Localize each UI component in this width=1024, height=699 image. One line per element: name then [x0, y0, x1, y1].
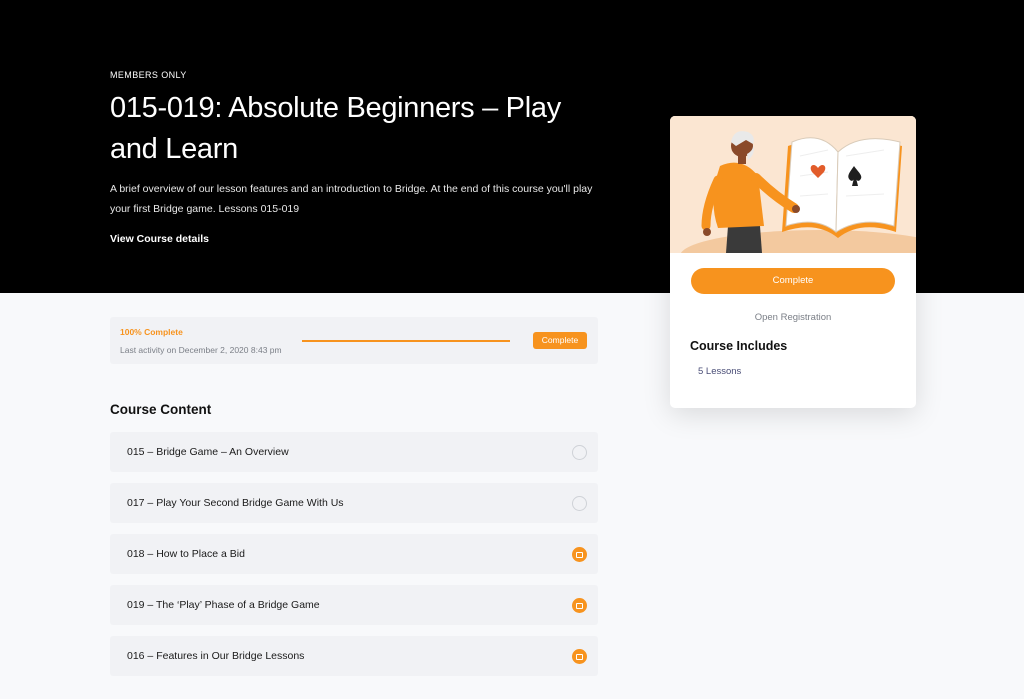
lesson-count: 5 Lessons: [698, 366, 742, 377]
complete-course-button[interactable]: Complete: [691, 268, 895, 294]
course-progress-box: 100% Complete Last activity on December …: [110, 317, 598, 364]
lesson-title: 016 – Features in Our Bridge Lessons: [127, 650, 305, 662]
lesson-status-icon: [572, 547, 587, 562]
lesson-title: 015 – Bridge Game – An Overview: [127, 446, 289, 458]
progress-bar-fill: [302, 340, 510, 342]
lesson-status-icon: [572, 445, 587, 460]
lesson-title: 018 – How to Place a Bid: [127, 548, 245, 560]
course-sidebar-card: Complete Open Registration Course Includ…: [670, 116, 916, 408]
status-badge: Complete: [533, 332, 587, 349]
course-description: A brief overview of our lesson features …: [110, 183, 593, 215]
members-only-label: MEMBERS ONLY: [110, 70, 187, 80]
course-illustration: [670, 116, 916, 282]
reader-with-book-illustration: [670, 116, 916, 282]
lesson-status-icon: [572, 649, 587, 664]
lesson-item[interactable]: 015 – Bridge Game – An Overview: [110, 432, 598, 472]
lesson-status-icon: [572, 598, 587, 613]
lesson-status-icon: [572, 496, 587, 511]
lesson-title: 019 – The ‘Play’ Phase of a Bridge Game: [127, 599, 320, 611]
course-content-heading: Course Content: [110, 402, 212, 417]
progress-percent-label: 100% Complete: [120, 327, 183, 337]
last-activity-text: Last activity on December 2, 2020 8:43 p…: [120, 345, 282, 355]
course-title: 015-019: Absolute Beginners – Play and L…: [110, 92, 561, 165]
lesson-title: 017 – Play Your Second Bridge Game With …: [127, 497, 344, 509]
lesson-item[interactable]: 018 – How to Place a Bid: [110, 534, 598, 574]
course-includes-heading: Course Includes: [690, 339, 788, 353]
view-course-details-link[interactable]: View Course details: [110, 233, 209, 245]
lesson-item[interactable]: 017 – Play Your Second Bridge Game With …: [110, 483, 598, 523]
lesson-item[interactable]: 019 – The ‘Play’ Phase of a Bridge Game: [110, 585, 598, 625]
registration-status: Open Registration: [754, 312, 832, 323]
lesson-item[interactable]: 016 – Features in Our Bridge Lessons: [110, 636, 598, 676]
progress-bar: [302, 340, 510, 342]
lesson-list: 015 – Bridge Game – An Overview 017 – Pl…: [110, 432, 598, 687]
